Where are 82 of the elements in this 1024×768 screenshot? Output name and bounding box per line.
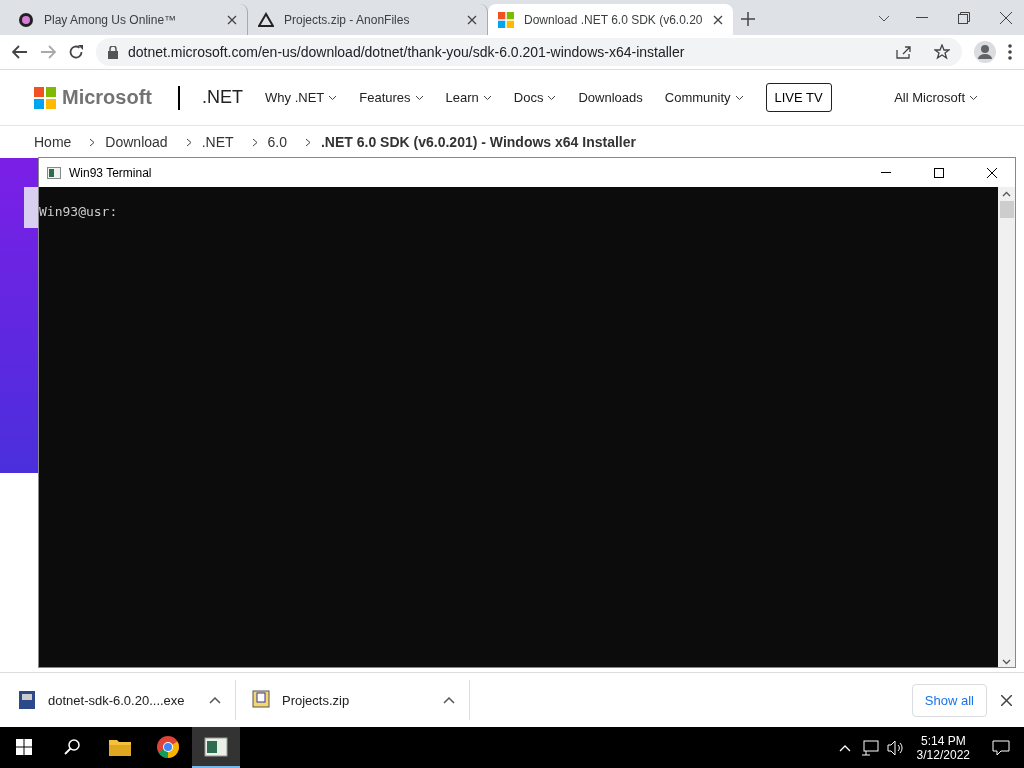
breadcrumb-link[interactable]: 6.0 bbox=[267, 134, 287, 150]
download-item[interactable]: dotnet-sdk-6.0.20....exe bbox=[18, 680, 236, 720]
tab-title: Download .NET 6.0 SDK (v6.0.20 bbox=[524, 12, 703, 27]
scroll-up-icon[interactable] bbox=[1002, 191, 1011, 197]
character-icon bbox=[18, 11, 34, 28]
chevron-right-icon bbox=[185, 137, 192, 147]
maximize-icon[interactable] bbox=[934, 167, 944, 178]
chevron-down-icon bbox=[547, 94, 557, 101]
installer-icon bbox=[18, 690, 36, 710]
card-background bbox=[24, 187, 38, 228]
taskbar-app[interactable] bbox=[192, 727, 240, 768]
chevron-right-icon bbox=[89, 137, 96, 147]
url-text: dotnet.microsoft.com/en-us/download/dotnet/thank-you/sdk-6.0.201-windows-x64-installer bbox=[128, 44, 685, 60]
notification-icon[interactable] bbox=[992, 739, 1010, 756]
microsoft-logo-icon bbox=[498, 11, 514, 28]
live-tv-button[interactable]: LIVE TV bbox=[765, 83, 832, 112]
breadcrumb-link[interactable]: .NET bbox=[201, 134, 234, 150]
nav-menu[interactable]: All Microsoft bbox=[894, 90, 978, 105]
profile-icon[interactable] bbox=[974, 41, 996, 63]
close-icon[interactable] bbox=[1000, 12, 1012, 24]
windows-icon bbox=[16, 738, 32, 755]
terminal-screen[interactable]: Win93@usr: bbox=[39, 187, 1015, 667]
reload-icon[interactable] bbox=[68, 44, 84, 60]
speaker-icon[interactable] bbox=[886, 739, 905, 756]
terminal-app-icon bbox=[47, 166, 61, 179]
chevron-up-icon[interactable] bbox=[209, 696, 221, 704]
chevron-right-icon bbox=[251, 137, 258, 147]
show-all-button[interactable]: Show all bbox=[911, 683, 987, 717]
nav-menu[interactable]: Learn bbox=[445, 90, 492, 105]
minimize-icon[interactable] bbox=[916, 17, 928, 19]
close-icon[interactable] bbox=[227, 14, 237, 25]
back-icon[interactable] bbox=[12, 45, 28, 59]
nav-link[interactable]: Downloads bbox=[578, 90, 643, 105]
breadcrumb-link[interactable]: Home bbox=[34, 134, 72, 150]
close-icon[interactable] bbox=[467, 14, 477, 25]
scrollbar-thumb[interactable] bbox=[999, 201, 1014, 218]
clock-time[interactable]: 5:14 PM bbox=[920, 733, 966, 748]
browser-tab[interactable]: Play Among Us Online™ bbox=[8, 4, 248, 35]
address-bar[interactable]: dotnet.microsoft.com/en-us/download/dotnet/thank-you/sdk-6.0.201-windows-x64-installer bbox=[96, 38, 962, 66]
chevron-right-icon bbox=[305, 137, 311, 147]
file-name: Projects.zip bbox=[282, 692, 351, 708]
scrollbar[interactable] bbox=[998, 187, 1015, 667]
zip-file-icon bbox=[252, 690, 270, 710]
tab-title: Projects.zip - AnonFiles bbox=[284, 12, 411, 27]
search-icon bbox=[64, 738, 80, 755]
share-icon[interactable] bbox=[896, 45, 912, 59]
breadcrumb-link[interactable]: .NET 6.0 SDK (v6.0.201) - Windows x64 Installer bbox=[321, 134, 636, 150]
nav-menu[interactable]: Features bbox=[359, 90, 424, 105]
chevron-down-icon bbox=[734, 94, 744, 101]
product-name[interactable]: .NET bbox=[202, 87, 243, 108]
close-icon[interactable] bbox=[987, 167, 997, 178]
window-title: Win93 Terminal bbox=[69, 165, 152, 180]
menu-icon[interactable] bbox=[1008, 44, 1012, 60]
chevron-down-icon[interactable] bbox=[878, 15, 890, 23]
chevron-down-icon bbox=[482, 94, 492, 101]
microsoft-logo-icon bbox=[34, 86, 56, 109]
file-name: dotnet-sdk-6.0.20....exe bbox=[48, 692, 186, 708]
breadcrumb-link[interactable]: Download bbox=[105, 134, 168, 150]
chevron-down-icon bbox=[969, 94, 978, 101]
chevron-down-icon bbox=[414, 94, 424, 101]
nav-menu[interactable]: Docs bbox=[513, 90, 557, 105]
triangle-icon bbox=[258, 11, 274, 28]
brand-name: Microsoft bbox=[62, 86, 152, 109]
chrome-icon bbox=[156, 734, 180, 759]
restore-icon[interactable] bbox=[958, 12, 970, 24]
nav-menu[interactable]: Why .NET bbox=[265, 90, 338, 105]
clock-date[interactable]: 3/12/2022 bbox=[916, 747, 970, 762]
terminal-app-icon bbox=[204, 736, 228, 757]
tab-title: Play Among Us Online™ bbox=[44, 12, 178, 27]
network-icon[interactable] bbox=[860, 739, 879, 756]
lock-icon bbox=[108, 45, 118, 59]
download-item[interactable]: Projects.zip bbox=[252, 680, 470, 720]
nav-menu[interactable]: Community bbox=[664, 90, 744, 105]
close-icon[interactable] bbox=[712, 14, 723, 25]
close-icon[interactable] bbox=[1001, 694, 1012, 706]
scroll-down-icon[interactable] bbox=[1002, 659, 1011, 665]
terminal-prompt: Win93@usr: bbox=[39, 204, 118, 219]
chevron-down-icon bbox=[328, 94, 338, 101]
star-icon[interactable] bbox=[934, 44, 950, 60]
new-tab-icon[interactable] bbox=[740, 12, 755, 26]
browser-tab[interactable]: Download .NET 6.0 SDK (v6.0.20 bbox=[488, 4, 733, 35]
chevron-up-icon[interactable] bbox=[443, 696, 455, 704]
